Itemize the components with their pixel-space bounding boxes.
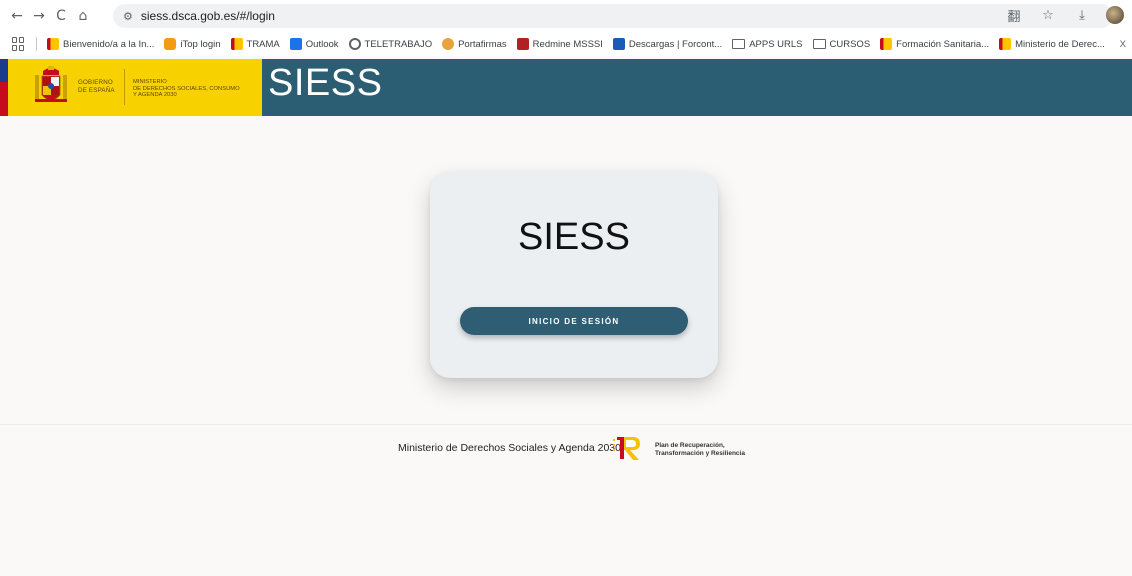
bookmark-bienvenido[interactable]: Bienvenido/a a la In... [47, 38, 154, 50]
portafirmas-favicon-icon [442, 38, 455, 50]
bookmark-itop[interactable]: iTop login [164, 38, 221, 50]
home-icon[interactable]: ⌂ [72, 5, 94, 27]
gov-favicon-icon [47, 38, 59, 50]
bookmarks-overflow-close[interactable]: X [1120, 39, 1126, 50]
bookmark-star-icon[interactable]: ☆ [1038, 5, 1058, 25]
bookmark-descargas[interactable]: Descargas | Forcont... [612, 38, 723, 50]
reload-icon[interactable]: C [50, 5, 72, 27]
footer-divider [0, 424, 1132, 425]
ministry-text: MINISTERIO DE DERECHOS SOCIALES, CONSUMO… [133, 79, 240, 99]
download-icon[interactable]: ⤓ [1072, 5, 1092, 25]
site-info-icon[interactable]: ⚙ [123, 10, 133, 23]
recovery-plan-text: Plan de Recuperación, Transformación y R… [655, 442, 745, 457]
gov-logo-block: GOBIERNO DE ESPAÑA MINISTERIO DE DERECHO… [0, 59, 262, 116]
bookmark-ministerio[interactable]: Ministerio de Derec... [999, 38, 1105, 50]
gov-favicon-icon [230, 38, 243, 50]
toolbar-actions: 翻 ☆ ⤓ [1004, 5, 1124, 25]
gov-favicon-icon [999, 38, 1012, 50]
browser-toolbar: ← → C ⌂ ⚙ siess.dsca.gob.es/#/login 翻 ☆ … [0, 0, 1132, 32]
url-text[interactable]: siess.dsca.gob.es/#/login [141, 9, 275, 23]
itop-favicon-icon [164, 38, 177, 50]
bookmark-portafirmas[interactable]: Portafirmas [442, 38, 507, 50]
profile-avatar[interactable] [1106, 6, 1124, 24]
bookmark-label: Outlook [305, 38, 339, 50]
back-icon[interactable]: ← [6, 5, 28, 27]
bookmark-label: Ministerio de Derec... [1015, 38, 1105, 50]
gov-favicon-icon [880, 38, 893, 50]
bookmark-label: Formación Sanitaria... [896, 38, 990, 50]
login-button[interactable]: INICIO DE SESIÓN [460, 307, 688, 335]
bookmarks-divider [36, 37, 37, 51]
bookmark-label: TELETRABAJO [364, 38, 433, 50]
login-card-title: SIESS [518, 216, 630, 258]
bookmark-label: Portafirmas [458, 38, 507, 50]
bookmark-label: iTop login [180, 38, 221, 50]
bookmark-label: Bienvenido/a a la In... [63, 38, 155, 50]
bookmark-label: Descargas | Forcont... [628, 38, 723, 50]
flag-strip [0, 59, 8, 116]
bookmark-trama[interactable]: TRAMA [230, 38, 280, 50]
folder-icon [812, 39, 826, 49]
recovery-plan-logo-icon [613, 437, 640, 460]
address-bar[interactable]: ⚙ siess.dsca.gob.es/#/login [113, 4, 1113, 28]
folder-icon [732, 39, 746, 49]
apps-grid-icon[interactable] [12, 37, 26, 51]
bookmark-folder-apps-urls[interactable]: APPS URLS [732, 38, 803, 50]
bookmark-folder-cursos[interactable]: CURSOS [812, 38, 871, 50]
login-card: SIESS INICIO DE SESIÓN [430, 172, 718, 378]
bookmarks-bar: Bienvenido/a a la In... iTop login TRAMA… [0, 32, 1132, 56]
gov-header: GOBIERNO DE ESPAÑA MINISTERIO DE DERECHO… [0, 59, 1132, 116]
redmine-favicon-icon [516, 38, 529, 50]
gobierno-de-espana-text: GOBIERNO DE ESPAÑA [78, 79, 115, 94]
bookmark-teletrabajo[interactable]: TELETRABAJO [348, 38, 433, 50]
bookmark-label: APPS URLS [749, 38, 803, 50]
gov-divider [124, 69, 125, 105]
bookmark-outlook[interactable]: Outlook [289, 38, 339, 50]
teletrabajo-favicon-icon [348, 38, 361, 50]
coat-of-arms-icon [35, 66, 67, 102]
forcont-favicon-icon [612, 38, 625, 50]
app-header-title: SIESS [268, 62, 383, 104]
translate-icon[interactable]: 翻 [1004, 5, 1024, 25]
forward-icon[interactable]: → [28, 5, 50, 27]
bookmark-label: TRAMA [246, 38, 280, 50]
bookmark-label: Redmine MSSSI [532, 38, 603, 50]
bookmark-redmine[interactable]: Redmine MSSSI [516, 38, 603, 50]
bookmark-label: CURSOS [829, 38, 871, 50]
footer-ministry-text: Ministerio de Derechos Sociales y Agenda… [398, 442, 621, 454]
outlook-favicon-icon [289, 38, 302, 50]
bookmark-formacion[interactable]: Formación Sanitaria... [880, 38, 989, 50]
